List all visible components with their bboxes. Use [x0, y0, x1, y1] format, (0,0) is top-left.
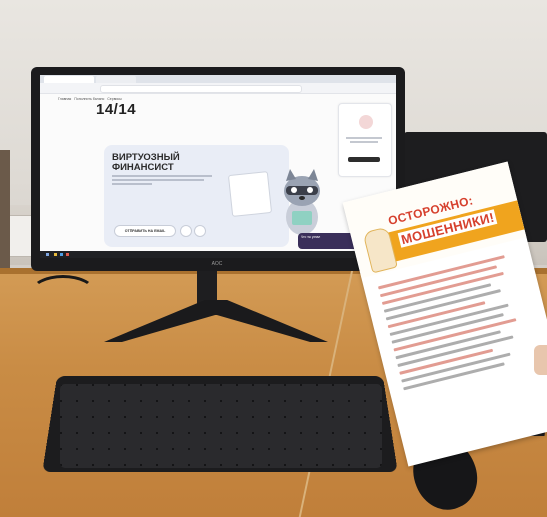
monitor-screen: Главная Пополнить баланс Сервисы 14/14 В…: [40, 75, 396, 258]
keyboard-keys: [60, 384, 382, 468]
raccoon-mascot-icon: [284, 169, 320, 235]
side-panel-text: [343, 137, 385, 143]
result-title: ВИРТУОЗНЫЙ ФИНАНСИСТ: [112, 152, 180, 173]
left-post: [0, 150, 10, 270]
taskbar-app-icon[interactable]: [54, 253, 57, 256]
flyer-body-text: [377, 253, 547, 452]
browser-tab[interactable]: [44, 76, 94, 83]
browser-tab[interactable]: [96, 76, 136, 83]
result-description: [112, 175, 222, 185]
score-heading: 14/14: [96, 101, 137, 118]
wallet-icon: [359, 115, 373, 129]
photo-scene: AOC Главная Пополнить баланс Сервисы 14/…: [0, 0, 547, 517]
windows-taskbar: [40, 251, 396, 258]
url-field[interactable]: [100, 85, 302, 93]
send-email-button[interactable]: ОТПРАВИТЬ НА EMAIL: [114, 225, 176, 237]
share-button[interactable]: [180, 225, 192, 237]
nav-link[interactable]: Главная: [58, 97, 71, 101]
taskbar-app-icon[interactable]: [60, 253, 63, 256]
start-icon[interactable]: [46, 253, 49, 256]
side-panel-button[interactable]: [348, 157, 380, 162]
monitor-brand-logo: AOC: [211, 261, 223, 267]
document-illustration-icon: [227, 171, 273, 217]
download-button[interactable]: [194, 225, 206, 237]
browser-tabbar: [40, 75, 396, 83]
cable: [30, 275, 96, 311]
hand: [534, 345, 547, 375]
banner-text: Что ты узнал: [301, 235, 321, 239]
taskbar-app-icon[interactable]: [66, 253, 69, 256]
